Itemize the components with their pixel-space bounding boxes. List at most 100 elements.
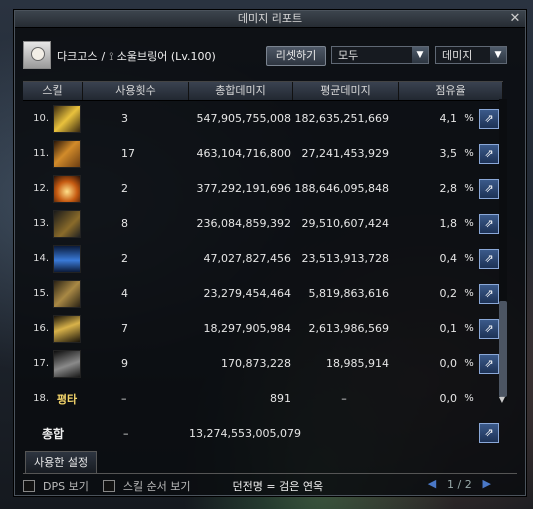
close-icon[interactable]: ✕ (508, 12, 522, 26)
column-header-count: 사용횟수 (83, 82, 189, 100)
share-icon[interactable]: ⇗ (479, 423, 499, 443)
share-value: 0,1 (439, 322, 458, 335)
flame-skill-icon (53, 174, 81, 203)
row-number: 16. (33, 323, 49, 334)
pagination: ◀ 1 / 2 ▶ (425, 477, 494, 491)
use-count: 2 (121, 182, 128, 195)
share-value: 0,2 (439, 287, 458, 300)
share-value: 2,8 (439, 182, 458, 195)
use-count: 9 (121, 357, 128, 370)
total-damage: 463,104,716,800 (196, 147, 291, 160)
type-select[interactable]: 데미지 ▼ (435, 46, 507, 64)
avatar (31, 47, 45, 61)
share-value: 1,8 (439, 217, 458, 230)
share-icon[interactable]: ⇗ (479, 143, 499, 164)
average-damage: 18,985,914 (326, 357, 389, 370)
share-value: 4,1 (439, 112, 458, 125)
table-row[interactable]: 18. 평타 – 891 – 0,0 % (23, 381, 503, 416)
average-damage: 188,646,095,848 (294, 182, 389, 195)
checkbox-box[interactable] (102, 480, 115, 492)
type-select-value: 데미지 (442, 49, 473, 62)
table-row[interactable]: 11. 17 463,104,716,800 27,241,453,929 3,… (23, 136, 503, 171)
total-damage: 891 (270, 392, 291, 405)
scroll-down-icon[interactable]: ▼ (496, 395, 508, 405)
percent-sign: % (464, 148, 474, 159)
share-icon[interactable]: ⇗ (479, 353, 499, 374)
total-damage: 170,873,228 (221, 357, 291, 370)
window-title: 데미지 리포트 (237, 12, 303, 25)
average-damage: 2,613,986,569 (308, 322, 389, 335)
share-icon[interactable]: ⇗ (479, 283, 499, 304)
percent-sign: % (464, 358, 474, 369)
dark-skill-icon (53, 209, 81, 238)
total-label: 총합 (41, 426, 65, 441)
prev-page-icon[interactable]: ◀ (425, 477, 439, 491)
dps-checkbox[interactable]: DPS 보기 (23, 478, 89, 494)
column-header-average: 평균데미지 (293, 82, 399, 100)
chevron-down-icon[interactable]: ▼ (490, 47, 506, 63)
slash-skill-icon (53, 314, 81, 343)
rock-skill-icon (53, 279, 81, 308)
column-header-skill: 스킬 (23, 82, 83, 100)
filter-select[interactable]: 모두 ▼ (331, 46, 429, 64)
table-row[interactable]: 17. 9 170,873,228 18,985,914 0,0 % ⇗ (23, 346, 503, 381)
share-icon[interactable]: ⇗ (479, 213, 499, 234)
skill-table: 스킬 사용횟수 총합데미지 평균데미지 점유율 10. 3 547,905,75… (23, 81, 503, 436)
percent-sign: % (464, 183, 474, 194)
use-count: 7 (121, 322, 128, 335)
row-number: 13. (33, 218, 49, 229)
share-value: 3,5 (439, 147, 458, 160)
tab-used-settings[interactable]: 사용한 설정 (25, 451, 98, 474)
footer: DPS 보기 스킬 순서 보기 던전명 = 검은 연옥 ◀ 1 / 2 ▶ (23, 477, 517, 495)
share-icon[interactable]: ⇗ (479, 108, 499, 129)
damage-report-window: 데미지 리포트 ✕ 다크고스 / ⟟ 소울브링어 (Lv.100) 리셋하기 모두 … (14, 10, 526, 496)
row-number: 12. (33, 183, 49, 194)
average-damage: 23,513,913,728 (301, 252, 389, 265)
character-portrait (23, 41, 51, 69)
share-icon[interactable]: ⇗ (479, 178, 499, 199)
total-count: – (123, 426, 129, 440)
use-count: 4 (121, 287, 128, 300)
average-damage: – (341, 392, 347, 405)
share-icon[interactable]: ⇗ (479, 318, 499, 339)
row-number: 18. (33, 393, 49, 404)
checkbox-box[interactable] (23, 480, 35, 492)
skill-order-label: 스킬 순서 보기 (122, 480, 191, 493)
gold-skill-icon (53, 104, 81, 133)
use-count: 3 (121, 112, 128, 125)
column-header-total: 총합데미지 (189, 82, 293, 100)
scrollbar[interactable] (499, 99, 507, 401)
skill-order-checkbox[interactable]: 스킬 순서 보기 (102, 478, 191, 494)
scroll-thumb[interactable] (499, 301, 507, 397)
header: 다크고스 / ⟟ 소울브링어 (Lv.100) 리셋하기 모두 ▼ 데미지 ▼ (23, 41, 517, 69)
skill-name: 평타 (56, 392, 78, 406)
share-value: 0,0 (439, 357, 458, 370)
filter-select-value: 모두 (338, 49, 359, 62)
column-header-share: 점유율 (399, 82, 503, 100)
percent-sign: % (464, 323, 474, 334)
row-number: 10. (33, 113, 49, 124)
table-row[interactable]: 12. 2 377,292,191,696 188,646,095,848 2,… (23, 171, 503, 206)
table-row[interactable]: 16. 7 18,297,905,984 2,613,986,569 0,1 %… (23, 311, 503, 346)
gray-skill-icon (53, 349, 81, 378)
total-damage: 23,279,454,464 (203, 287, 291, 300)
use-count: 8 (121, 217, 128, 230)
row-number: 17. (33, 358, 49, 369)
row-number: 14. (33, 253, 49, 264)
orange-skill-icon (53, 139, 81, 168)
row-number: 11. (33, 148, 49, 159)
share-icon[interactable]: ⇗ (479, 248, 499, 269)
share-value: 0,0 (439, 392, 458, 405)
reset-button[interactable]: 리셋하기 (266, 46, 326, 66)
title-bar[interactable]: 데미지 리포트 ✕ (15, 11, 525, 28)
average-damage: 5,819,863,616 (308, 287, 389, 300)
next-page-icon[interactable]: ▶ (480, 477, 494, 491)
row-number: 15. (33, 288, 49, 299)
table-row[interactable]: 15. 4 23,279,454,464 5,819,863,616 0,2 %… (23, 276, 503, 311)
dungeon-name: 던전명 = 검은 연옥 (232, 480, 324, 493)
chevron-down-icon[interactable]: ▼ (412, 47, 428, 63)
table-row[interactable]: 13. 8 236,084,859,392 29,510,607,424 1,8… (23, 206, 503, 241)
percent-sign: % (464, 113, 474, 124)
table-row[interactable]: 10. 3 547,905,755,008 182,635,251,669 4,… (23, 101, 503, 136)
table-row[interactable]: 14. 2 47,027,827,456 23,513,913,728 0,4 … (23, 241, 503, 276)
